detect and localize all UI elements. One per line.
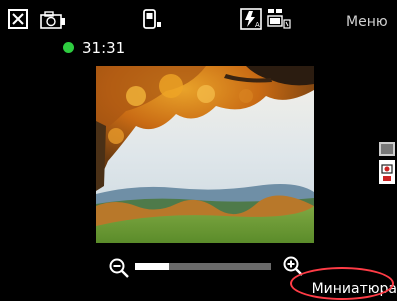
photo-preview	[96, 66, 314, 243]
side-mode-button[interactable]	[377, 140, 397, 188]
camera-mode-side-icon	[379, 142, 395, 184]
close-button[interactable]	[8, 9, 28, 29]
resolution-button[interactable]	[266, 6, 292, 34]
storage-phone-button[interactable]	[141, 8, 163, 30]
zoom-out-icon	[109, 258, 129, 278]
highlight-annotation	[290, 267, 394, 300]
zoom-out-button[interactable]	[108, 257, 130, 279]
menu-softkey[interactable]: Меню	[346, 12, 394, 32]
close-x-icon	[12, 13, 24, 25]
camera-mode-button[interactable]	[40, 10, 66, 30]
camera-viewfinder-screen: A Меню 31:31 Миниатюра	[0, 0, 397, 301]
flash-button[interactable]: A	[240, 8, 262, 30]
zoom-slider-fill	[135, 263, 169, 270]
svg-text:A: A	[255, 21, 260, 29]
autumn-landscape-photo	[96, 66, 314, 243]
camera-icon	[40, 11, 65, 29]
remaining-time: 31:31	[82, 39, 126, 57]
recording-status-indicator	[63, 42, 74, 53]
flash-auto-icon: A	[240, 8, 262, 30]
phone-memory-icon	[143, 9, 161, 29]
resolution-icon	[267, 9, 291, 29]
zoom-slider[interactable]	[135, 263, 271, 270]
